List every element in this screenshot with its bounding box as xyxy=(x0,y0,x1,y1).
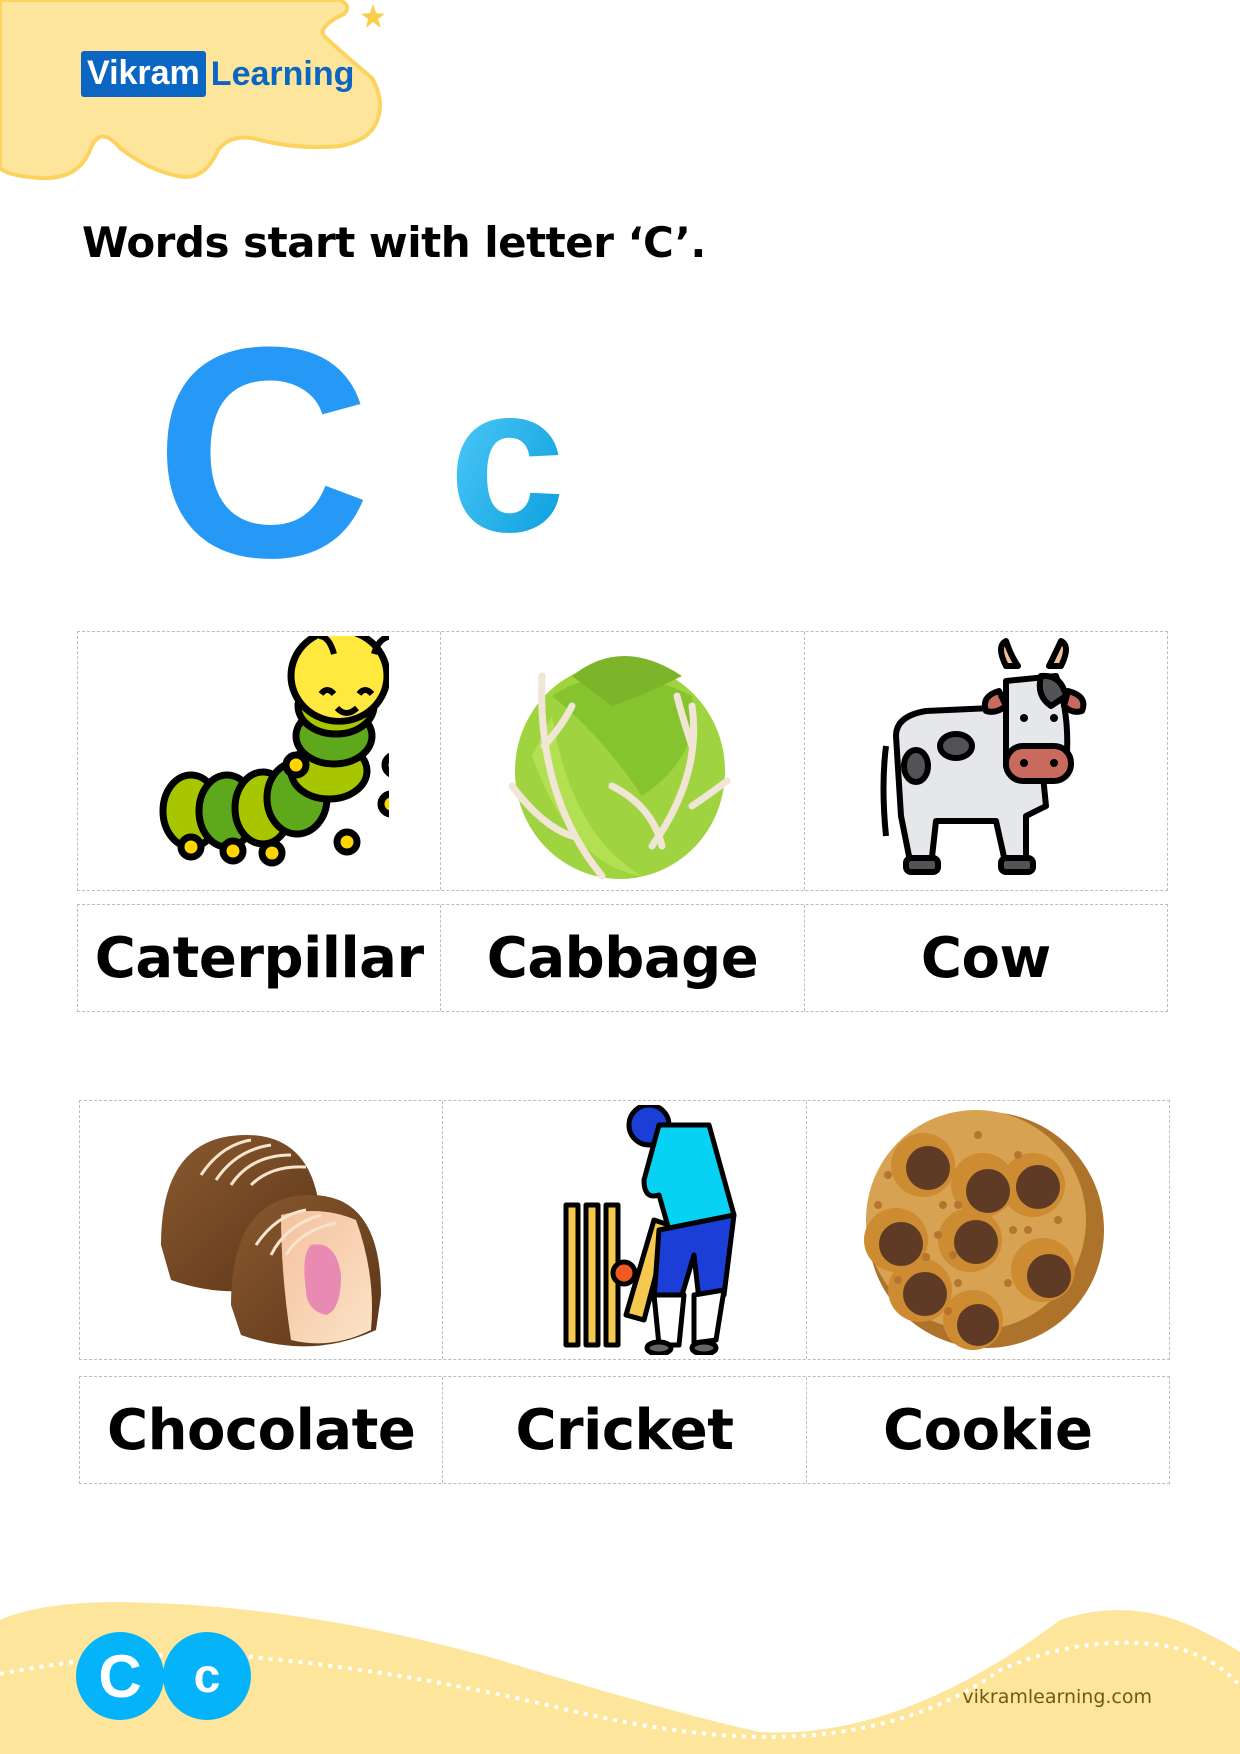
page-title: Words start with letter ‘C’. xyxy=(82,218,706,267)
word-cell: Cabbage xyxy=(441,905,805,1011)
image-cell xyxy=(443,1101,807,1359)
image-cell xyxy=(805,632,1167,890)
uppercase-letter-text: C xyxy=(163,318,363,578)
image-cell xyxy=(80,1101,444,1359)
word-cell: Caterpillar xyxy=(78,905,442,1011)
image-cell xyxy=(441,632,805,890)
cookie-icon xyxy=(863,1110,1104,1350)
word-label: Cookie xyxy=(883,1397,1093,1463)
word-cell: Cookie xyxy=(807,1377,1169,1483)
word-label: Caterpillar xyxy=(94,925,424,991)
word-grid-1: Caterpillar Cabbage Cow xyxy=(77,631,1168,1012)
brand-logo-part1: Vikram xyxy=(81,51,206,97)
caterpillar-icon xyxy=(159,636,390,867)
word-cell: Cricket xyxy=(443,1377,807,1483)
label-row: Caterpillar Cabbage Cow xyxy=(77,904,1168,1012)
image-row xyxy=(79,1100,1170,1360)
word-grid-2: Chocolate Cricket Cookie xyxy=(79,1100,1170,1484)
cricket-icon xyxy=(563,1105,737,1355)
brand-logo-part2: Learning xyxy=(210,55,355,93)
image-cell xyxy=(78,632,442,890)
brand-logo[interactable]: Vikram Learning xyxy=(81,50,354,98)
footer-badge-uppercase: C xyxy=(76,1632,164,1720)
image-row xyxy=(77,631,1168,891)
footer-badge-lowercase: c xyxy=(163,1632,251,1720)
cabbage-icon xyxy=(508,656,731,880)
website-link[interactable]: vikramlearning.com xyxy=(962,1686,1152,1708)
word-cell: Chocolate xyxy=(80,1377,444,1483)
label-row: Chocolate Cricket Cookie xyxy=(79,1376,1170,1484)
star-icon xyxy=(361,4,385,28)
word-label: Chocolate xyxy=(106,1397,416,1463)
image-cell xyxy=(807,1101,1169,1359)
cow-icon xyxy=(880,638,1087,875)
uppercase-letter: C xyxy=(163,318,363,578)
word-label: Cow xyxy=(920,925,1051,991)
word-cell: Cow xyxy=(805,905,1167,1011)
chocolate-icon xyxy=(161,1135,382,1347)
word-label: Cricket xyxy=(515,1397,734,1463)
lowercase-letter: c xyxy=(449,385,566,535)
lowercase-letter-text: c xyxy=(449,385,566,535)
word-label: Cabbage xyxy=(486,925,759,991)
